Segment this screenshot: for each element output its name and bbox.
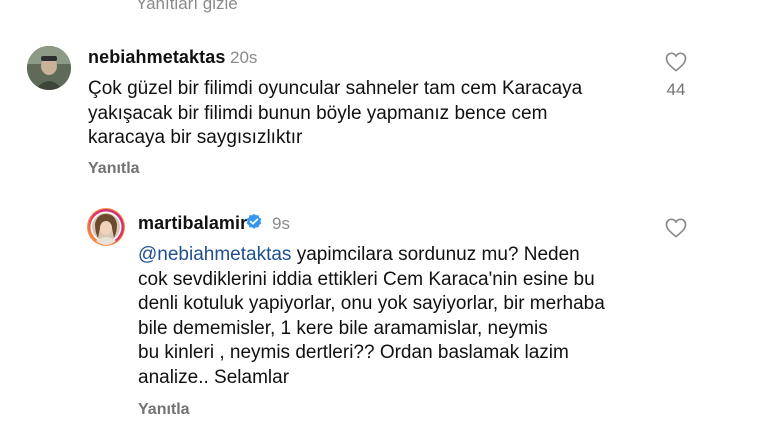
reply-avatar[interactable] [87, 208, 125, 246]
comment-time: 20s [230, 48, 258, 67]
avatar[interactable] [27, 46, 71, 90]
verified-badge-icon [246, 213, 262, 229]
reply-text-rest: yapimcilara sordunuz mu? Neden [291, 244, 580, 265]
reply-reply-button[interactable]: Yanıtla [138, 401, 190, 419]
avatar-photo-icon [27, 46, 71, 90]
comment-text: Çok güzel bir filimdi oyuncular sahneler… [88, 77, 658, 151]
reply-text-line: analize.. Selamlar [138, 366, 290, 388]
comment-text-line: yakışacak bir filimdi bunun böyle yapman… [88, 102, 548, 124]
comment-text-line: karacaya bir saygısızlıktır [88, 127, 303, 148]
reply-text-line: bu kinleri , neymis dertleri?? Ordan bas… [138, 342, 569, 363]
mention-link[interactable]: @nebiahmetaktas [138, 244, 291, 265]
hide-replies-partial[interactable]: Yanıtları gizle [136, 0, 238, 14]
comment-like-button[interactable] [665, 52, 689, 74]
reply-text: @nebiahmetaktas yapimcilara sordunuz mu?… [138, 243, 658, 390]
reply-text-line: denli kotuluk yapiyorlar, onu yok sayiyo… [138, 293, 605, 314]
reply-like-button[interactable] [665, 218, 689, 240]
story-ring-avatar-icon [88, 209, 124, 245]
reply-text-line: @nebiahmetaktas yapimcilara sordunuz mu?… [138, 243, 658, 268]
comment-reply-button[interactable]: Yanıtla [88, 160, 140, 178]
reply-text-line: cok sevdiklerini iddia ettikleri Cem Kar… [138, 268, 595, 290]
verified-badge [245, 213, 263, 231]
reply-time: 9s [272, 214, 290, 233]
reply-text-line: bile dememisler, 1 kere bile aramamislar… [138, 317, 548, 339]
reply-username[interactable]: martibalamir [138, 213, 247, 234]
comment-like-count: 44 [666, 80, 686, 99]
comment-username[interactable]: nebiahmetaktas [88, 47, 225, 68]
comment-text-line: Çok güzel bir filimdi oyuncular sahneler… [88, 78, 583, 99]
heart-outline-icon [665, 218, 687, 238]
heart-outline-icon [665, 52, 687, 72]
